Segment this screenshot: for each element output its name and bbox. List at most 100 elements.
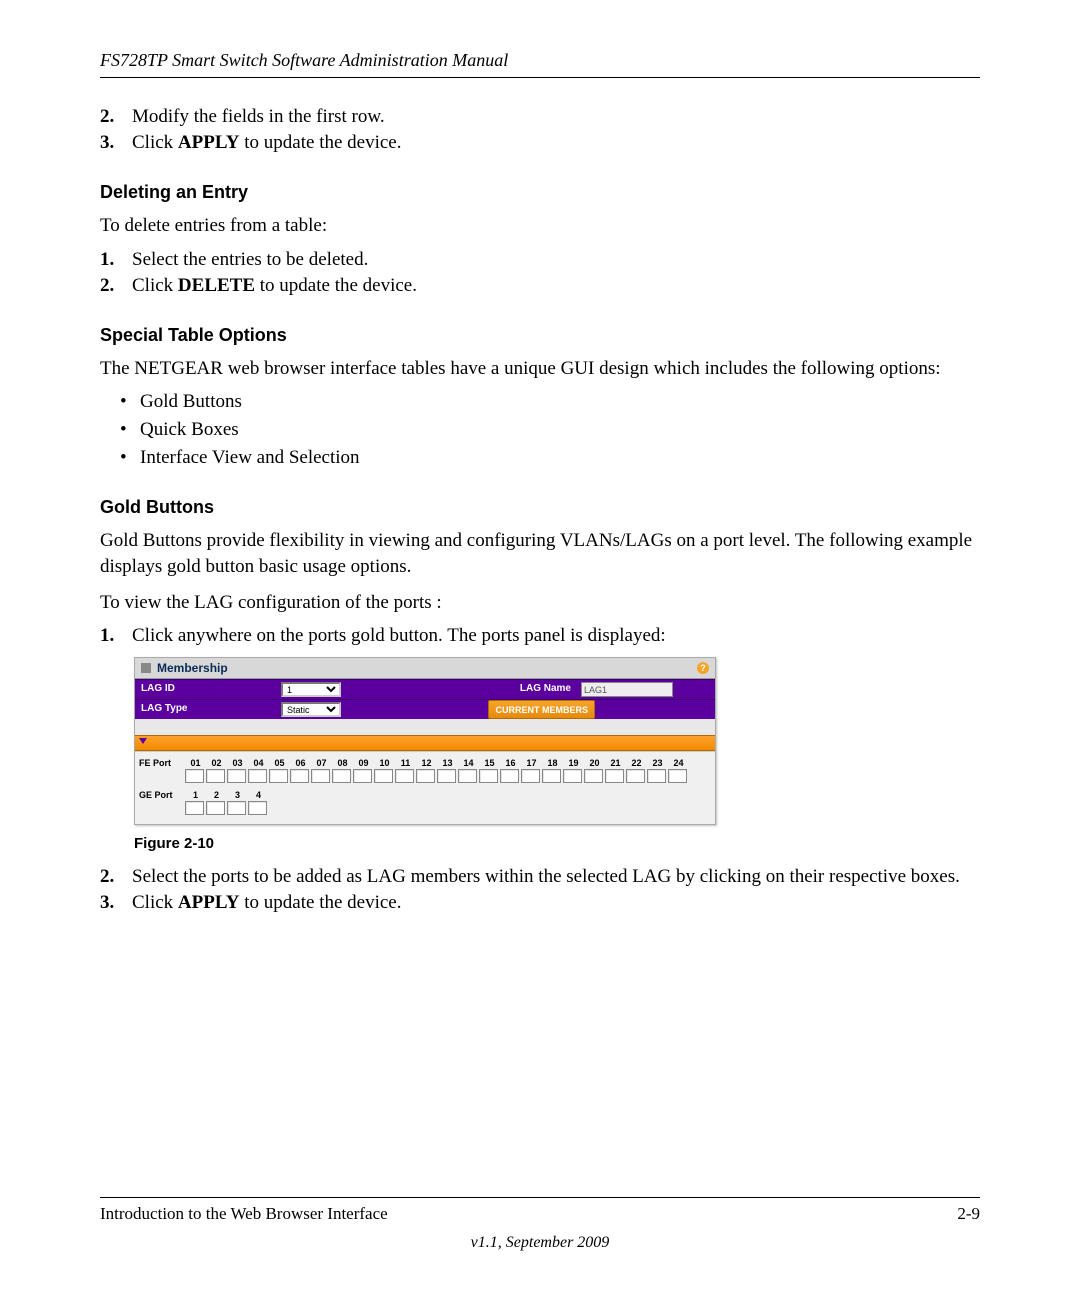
- port-checkbox[interactable]: [353, 769, 372, 783]
- heading-special-options: Special Table Options: [100, 325, 980, 346]
- list-item: Quick Boxes: [120, 419, 980, 441]
- page-footer: Introduction to the Web Browser Interfac…: [100, 1197, 980, 1252]
- panel-titlebar: Membership ?: [135, 658, 715, 679]
- port-number: 21: [605, 758, 626, 768]
- current-members-button[interactable]: CURRENT MEMBERS: [488, 700, 595, 719]
- port-checkbox[interactable]: [227, 801, 246, 815]
- port-checkbox[interactable]: [500, 769, 519, 783]
- port-checkbox[interactable]: [269, 769, 288, 783]
- select-lag-id[interactable]: 1: [281, 682, 341, 697]
- after-figure-step-list: 2.Select the ports to be added as LAG me…: [100, 866, 980, 914]
- label-fe-port: FE Port: [139, 758, 185, 768]
- port-number: 11: [395, 758, 416, 768]
- gold-ports-bar[interactable]: [135, 735, 715, 751]
- figure-caption: Figure 2-10: [134, 835, 980, 852]
- port-number: 2: [206, 790, 227, 800]
- list-item: Interface View and Selection: [120, 447, 980, 469]
- port-checkbox[interactable]: [395, 769, 414, 783]
- port-number: 02: [206, 758, 227, 768]
- port-number: 07: [311, 758, 332, 768]
- port-checkbox[interactable]: [248, 801, 267, 815]
- port-number: 24: [668, 758, 689, 768]
- footer-rule: [100, 1197, 980, 1198]
- list-item: 1.Select the entries to be deleted.: [100, 249, 980, 271]
- port-number: 1: [185, 790, 206, 800]
- chevron-down-icon: [139, 738, 147, 744]
- paragraph: To view the LAG configuration of the por…: [100, 590, 980, 616]
- port-number: 18: [542, 758, 563, 768]
- port-checkbox[interactable]: [332, 769, 351, 783]
- port-checkbox[interactable]: [521, 769, 540, 783]
- port-checkbox[interactable]: [605, 769, 624, 783]
- port-checkbox[interactable]: [185, 769, 204, 783]
- port-checkbox[interactable]: [479, 769, 498, 783]
- port-number: 23: [647, 758, 668, 768]
- port-number: 10: [374, 758, 395, 768]
- port-number: 04: [248, 758, 269, 768]
- port-number: 3: [227, 790, 248, 800]
- port-number: 22: [626, 758, 647, 768]
- heading-deleting-entry: Deleting an Entry: [100, 182, 980, 203]
- port-checkbox[interactable]: [248, 769, 267, 783]
- panel-title: Membership: [157, 661, 228, 675]
- list-item: 3.Click APPLY to update the device.: [100, 132, 980, 154]
- label-lag-id: LAG ID: [135, 680, 277, 699]
- port-number: 09: [353, 758, 374, 768]
- label-ge-port: GE Port: [139, 790, 185, 800]
- list-item: 2.Modify the fields in the first row.: [100, 106, 980, 128]
- port-number: 19: [563, 758, 584, 768]
- list-item: 2.Click DELETE to update the device.: [100, 275, 980, 297]
- port-checkbox[interactable]: [416, 769, 435, 783]
- port-checkbox[interactable]: [206, 769, 225, 783]
- port-number: 15: [479, 758, 500, 768]
- port-number: 06: [290, 758, 311, 768]
- list-item: 2.Select the ports to be added as LAG me…: [100, 866, 980, 888]
- port-number: 16: [500, 758, 521, 768]
- footer-version: v1.1, September 2009: [100, 1234, 980, 1252]
- gold-step-list: 1.Click anywhere on the ports gold butto…: [100, 625, 980, 647]
- port-number: 05: [269, 758, 290, 768]
- port-checkbox[interactable]: [311, 769, 330, 783]
- ports-panel: FE Port 01020304050607080910111213141516…: [135, 751, 715, 824]
- port-number: 13: [437, 758, 458, 768]
- port-number: 03: [227, 758, 248, 768]
- footer-section-title: Introduction to the Web Browser Interfac…: [100, 1204, 388, 1224]
- port-checkbox[interactable]: [458, 769, 477, 783]
- header-rule: [100, 77, 980, 78]
- paragraph: The NETGEAR web browser interface tables…: [100, 356, 980, 382]
- heading-gold-buttons: Gold Buttons: [100, 497, 980, 518]
- port-checkbox[interactable]: [542, 769, 561, 783]
- port-checkbox[interactable]: [437, 769, 456, 783]
- port-checkbox[interactable]: [185, 801, 204, 815]
- deleting-step-list: 1.Select the entries to be deleted. 2.Cl…: [100, 249, 980, 297]
- port-checkbox[interactable]: [626, 769, 645, 783]
- input-lag-name[interactable]: [581, 682, 673, 697]
- page-number: 2-9: [957, 1204, 980, 1224]
- config-row-lag-type: LAG Type Static CURRENT MEMBERS: [135, 699, 715, 719]
- port-number: 01: [185, 758, 206, 768]
- port-checkbox[interactable]: [374, 769, 393, 783]
- port-number: 14: [458, 758, 479, 768]
- port-number: 08: [332, 758, 353, 768]
- list-item: Gold Buttons: [120, 391, 980, 413]
- port-checkbox[interactable]: [584, 769, 603, 783]
- port-checkbox[interactable]: [668, 769, 687, 783]
- port-checkbox[interactable]: [647, 769, 666, 783]
- help-icon[interactable]: ?: [697, 662, 709, 674]
- port-checkbox[interactable]: [227, 769, 246, 783]
- paragraph: Gold Buttons provide flexibility in view…: [100, 528, 980, 579]
- running-header: FS728TP Smart Switch Software Administra…: [100, 50, 980, 71]
- port-number: 17: [521, 758, 542, 768]
- top-step-list: 2.Modify the fields in the first row. 3.…: [100, 106, 980, 154]
- config-row-lag-id: LAG ID 1 LAG Name: [135, 679, 715, 699]
- paragraph: To delete entries from a table:: [100, 213, 980, 239]
- port-number: 20: [584, 758, 605, 768]
- label-lag-name: LAG Name: [455, 680, 577, 699]
- port-checkbox[interactable]: [563, 769, 582, 783]
- port-number: 4: [248, 790, 269, 800]
- port-checkbox[interactable]: [206, 801, 225, 815]
- select-lag-type[interactable]: Static: [281, 702, 341, 717]
- port-checkbox[interactable]: [290, 769, 309, 783]
- expand-icon[interactable]: [141, 663, 151, 673]
- label-lag-type: LAG Type: [135, 700, 277, 719]
